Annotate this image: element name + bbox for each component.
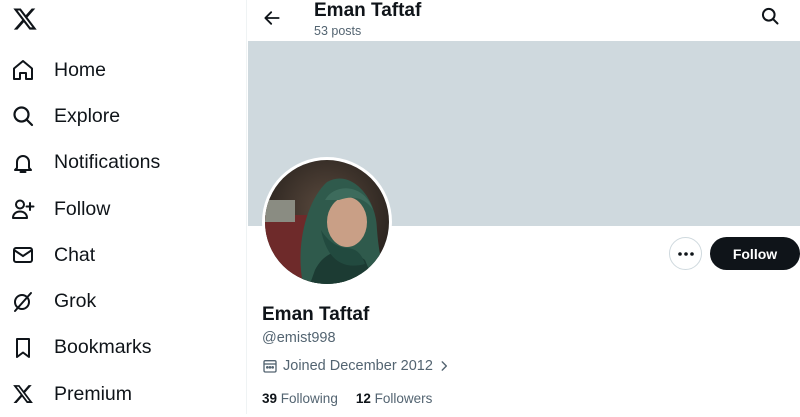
nav-label-explore: Explore	[54, 104, 121, 127]
nav-item-bookmarks[interactable]: Bookmarks	[0, 325, 160, 371]
bell-icon	[10, 150, 36, 176]
more-options-button[interactable]	[669, 237, 702, 270]
search-icon	[10, 103, 36, 129]
home-icon	[10, 57, 36, 83]
x-logo-icon	[10, 381, 36, 407]
calendar-icon	[263, 360, 277, 373]
following-label: Following	[280, 391, 338, 406]
nav-label-home: Home	[54, 58, 107, 81]
search-icon[interactable]	[760, 6, 782, 28]
joined-date[interactable]: Joined December 2012	[262, 358, 456, 374]
profile-header-bar: Eman Taftaf 53 posts	[248, 0, 800, 41]
more-dots-icon	[677, 251, 694, 256]
following-count: 39	[262, 391, 278, 406]
nav-item-premium[interactable]: Premium	[0, 371, 160, 417]
nav-item-follow[interactable]: Follow	[0, 186, 160, 232]
followers-link[interactable]: 12 Followers	[356, 391, 433, 406]
chevron-right-icon	[441, 361, 447, 371]
profile-main: Eman Taftaf 53 posts Follow Eman Taftaf …	[248, 0, 800, 414]
profile-handle: @emist998	[262, 330, 336, 346]
nav-label-bookmarks: Bookmarks	[54, 336, 152, 359]
followers-count: 12	[355, 391, 371, 406]
nav-item-notifications[interactable]: Notifications	[0, 140, 160, 186]
nav-label-premium: Premium	[54, 382, 133, 405]
grok-icon	[10, 289, 36, 315]
followers-label: Followers	[374, 391, 433, 406]
add-person-icon	[10, 196, 36, 222]
bookmark-icon	[10, 335, 36, 361]
following-link[interactable]: 39 Following	[262, 391, 338, 406]
primary-nav: Home Explore Notifications Follow Chat G…	[0, 47, 160, 417]
profile-name: Eman Taftaf	[262, 304, 370, 325]
nav-label-notifications: Notifications	[54, 151, 161, 174]
follow-stats: 39 Following 12 Followers	[262, 391, 432, 406]
sidebar: Home Explore Notifications Follow Chat G…	[0, 0, 247, 414]
nav-item-explore[interactable]: Explore	[0, 93, 160, 139]
nav-label-follow: Follow	[54, 197, 111, 220]
nav-label-grok: Grok	[54, 290, 97, 313]
header-post-count: 53 posts	[314, 24, 362, 38]
avatar-photo	[265, 160, 389, 284]
mail-icon	[10, 242, 36, 268]
header-profile-name: Eman Taftaf	[314, 0, 422, 21]
follow-button[interactable]: Follow	[710, 237, 800, 270]
avatar[interactable]	[262, 157, 392, 287]
nav-item-chat[interactable]: Chat	[0, 232, 160, 278]
back-arrow-icon[interactable]	[260, 6, 284, 30]
nav-item-home[interactable]: Home	[0, 47, 160, 93]
nav-item-grok[interactable]: Grok	[0, 278, 160, 324]
joined-text: Joined December 2012	[283, 358, 433, 374]
x-logo-icon[interactable]	[12, 6, 38, 32]
nav-label-chat: Chat	[54, 243, 96, 266]
